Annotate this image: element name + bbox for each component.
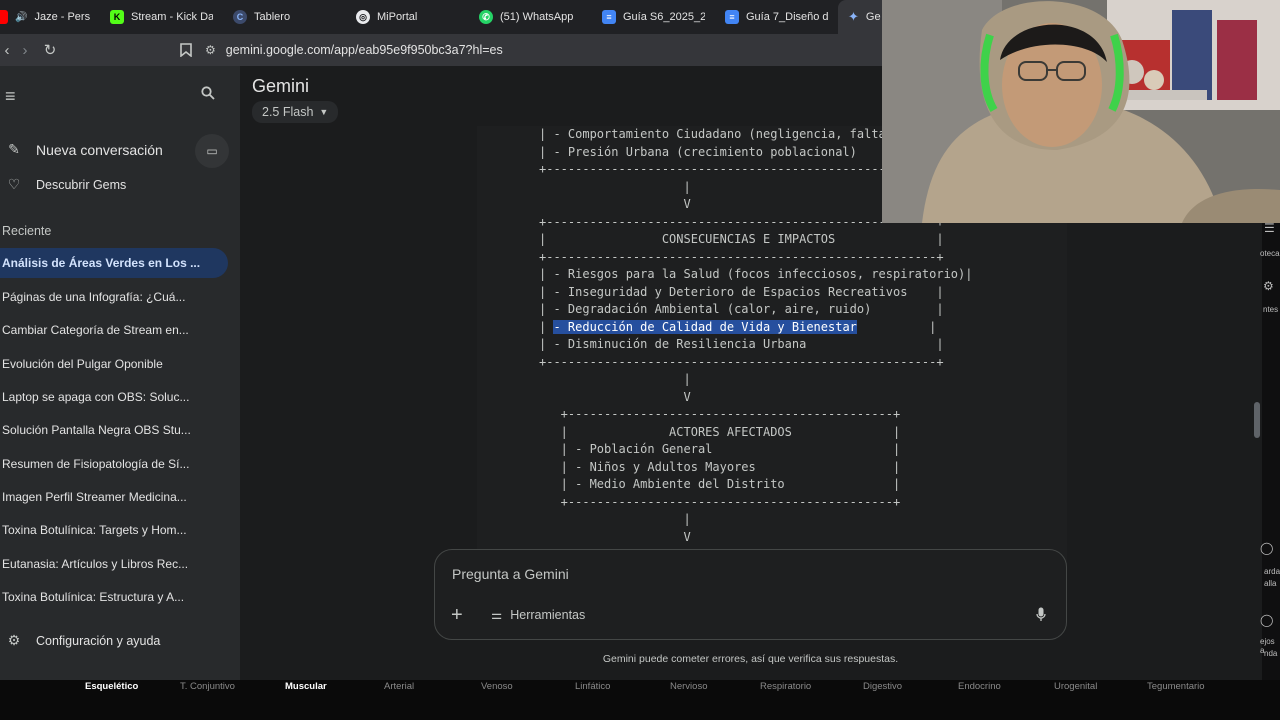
- conversation-item[interactable]: Imagen Perfil Streamer Medicina...: [0, 482, 228, 512]
- system-label: Nervioso: [670, 681, 708, 692]
- tools-icon: ⚌: [491, 608, 503, 622]
- scrollbar-thumb[interactable]: [1254, 402, 1260, 438]
- tab-title: Guía S6_2025_2_1: [623, 11, 705, 23]
- temporary-chat-icon[interactable]: ▭: [195, 134, 229, 168]
- system-label: Linfático: [575, 681, 611, 692]
- model-label: 2.5 Flash: [262, 105, 314, 119]
- tab-title: Jaze - Persona: [34, 11, 90, 23]
- edge-label: ardar: [1264, 567, 1280, 576]
- tab-tablero[interactable]: C Tablero: [223, 0, 346, 34]
- tools-label: Herramientas: [510, 607, 586, 622]
- system-label: Arterial: [384, 681, 415, 692]
- edge-label: ntes: [1263, 305, 1279, 314]
- new-chat-button[interactable]: ✎ Nueva conversación: [4, 141, 163, 158]
- settings-label: Configuración y ayuda: [36, 633, 161, 648]
- microphone-icon[interactable]: [1036, 607, 1046, 627]
- bookmark-icon[interactable]: [173, 37, 199, 63]
- recent-heading: Reciente: [2, 224, 52, 238]
- discover-gems-button[interactable]: ♡ Descubrir Gems: [4, 176, 127, 193]
- tablero-icon: C: [233, 10, 247, 24]
- tab-title: Guía 7_Diseño de: [746, 11, 828, 23]
- system-label: Tegumentario: [1147, 681, 1205, 692]
- gem-icon: ♡: [7, 176, 21, 192]
- conversation-item[interactable]: Análisis de Áreas Verdes en Los ...: [0, 248, 228, 278]
- body-systems-bar: Esquelético T. Conjuntivo Muscular Arter…: [0, 680, 1280, 720]
- prompt-box[interactable]: Pregunta a Gemini + ⚌ Herramientas: [434, 549, 1067, 640]
- prompt-input[interactable]: Pregunta a Gemini: [452, 566, 569, 582]
- tab-title: Ge: [865, 11, 881, 23]
- address-bar[interactable]: ⚙ gemini.google.com/app/eab95e9f950bc3a7…: [205, 40, 503, 60]
- gear-icon: ⚙: [7, 632, 21, 648]
- webcam-overlay: [882, 0, 1280, 223]
- system-label: Venoso: [481, 681, 513, 692]
- audio-playing-icon: 🔊: [15, 11, 28, 23]
- system-label: Esquelético: [85, 681, 139, 692]
- add-icon[interactable]: +: [451, 604, 463, 627]
- system-label: Digestivo: [863, 681, 903, 692]
- tab-whatsapp[interactable]: ✆ (51) WhatsApp: [469, 0, 592, 34]
- side-panel-edge: ☰ oteca ⚙ ntes ◯ ardar alla ◯ ejos a nda: [1260, 157, 1280, 680]
- sidebar: ≡ ✎ Nueva conversación ▭ ♡ Descubrir Gem…: [0, 66, 240, 680]
- conversation-item[interactable]: Laptop se apaga con OBS: Soluc...: [0, 382, 228, 412]
- tab-miportal[interactable]: ◎ MiPortal: [346, 0, 469, 34]
- tools-button[interactable]: ⚌ Herramientas: [491, 607, 586, 623]
- tab-guia-s6[interactable]: ≡ Guía S6_2025_2_1: [592, 0, 715, 34]
- conversation-item[interactable]: Toxina Botulínica: Targets y Hom...: [0, 515, 228, 545]
- disclaimer-text: Gemini puede cometer errores, así que ve…: [602, 653, 899, 665]
- caret-down-icon: ▼: [319, 107, 329, 117]
- docs-icon: ≡: [725, 10, 739, 24]
- edge-label: nda: [1264, 649, 1278, 658]
- circle-icon: ◯: [1260, 613, 1274, 627]
- edit-icon: ✎: [8, 141, 20, 157]
- kick-icon: K: [110, 10, 124, 24]
- new-chat-label: Nueva conversación: [36, 141, 163, 158]
- app-title: Gemini: [252, 76, 310, 96]
- forward-arrow-icon[interactable]: ›: [12, 37, 38, 63]
- conversation-item[interactable]: Evolución del Pulgar Oponible: [0, 349, 228, 379]
- circle-icon: ◯: [1260, 541, 1274, 555]
- conversation-item[interactable]: Resumen de Fisiopatología de Sí...: [0, 449, 228, 479]
- youtube-icon: [0, 10, 8, 24]
- system-label: Respiratorio: [760, 681, 812, 692]
- selected-text[interactable]: - Reducción de Calidad de Vida y Bienest…: [553, 319, 857, 334]
- whatsapp-icon: ✆: [479, 10, 493, 24]
- system-label: Urogenital: [1054, 681, 1098, 692]
- list-icon: ☰: [1264, 221, 1275, 235]
- tab-title: Stream - Kick Dash: [131, 11, 213, 23]
- conversation-item[interactable]: Eutanasia: Artículos y Libros Rec...: [0, 549, 228, 579]
- tab-guia-7[interactable]: ≡ Guía 7_Diseño de: [715, 0, 838, 34]
- reload-icon[interactable]: ↻: [37, 37, 63, 63]
- system-label: Endocrino: [958, 681, 1001, 692]
- settings-help-button[interactable]: ⚙ Configuración y ayuda: [4, 632, 161, 649]
- conversation-item[interactable]: Toxina Botulínica: Estructura y A...: [0, 582, 228, 612]
- system-label: T. Conjuntivo: [180, 681, 235, 692]
- tab-kick[interactable]: K Stream - Kick Dash: [100, 0, 223, 34]
- gems-label: Descubrir Gems: [36, 177, 127, 192]
- conversation-item[interactable]: Páginas de una Infografía: ¿Cuá...: [0, 282, 228, 312]
- conversation-item[interactable]: Solución Pantalla Negra OBS Stu...: [0, 415, 228, 445]
- menu-icon[interactable]: ≡: [5, 86, 16, 107]
- url-text: gemini.google.com/app/eab95e9f950bc3a7?h…: [225, 43, 503, 57]
- model-selector[interactable]: 2.5 Flash ▼: [252, 101, 339, 123]
- docs-icon: ≡: [602, 10, 616, 24]
- edge-label: alla: [1264, 579, 1277, 588]
- tab-title: MiPortal: [377, 11, 418, 23]
- search-icon[interactable]: [201, 86, 215, 105]
- conversation-item[interactable]: Cambiar Categoría de Stream en...: [0, 315, 228, 345]
- system-label: Muscular: [285, 681, 327, 692]
- gemini-icon: ✦: [848, 9, 859, 24]
- tab-youtube[interactable]: 🔊 Jaze - Persona: [0, 0, 100, 34]
- settings-icon: ⚙: [1263, 279, 1274, 293]
- portal-icon: ◎: [356, 10, 370, 24]
- tab-title: (51) WhatsApp: [500, 11, 574, 23]
- site-settings-icon[interactable]: ⚙: [205, 43, 216, 57]
- tab-title: Tablero: [254, 11, 291, 23]
- edge-label: oteca: [1260, 249, 1280, 258]
